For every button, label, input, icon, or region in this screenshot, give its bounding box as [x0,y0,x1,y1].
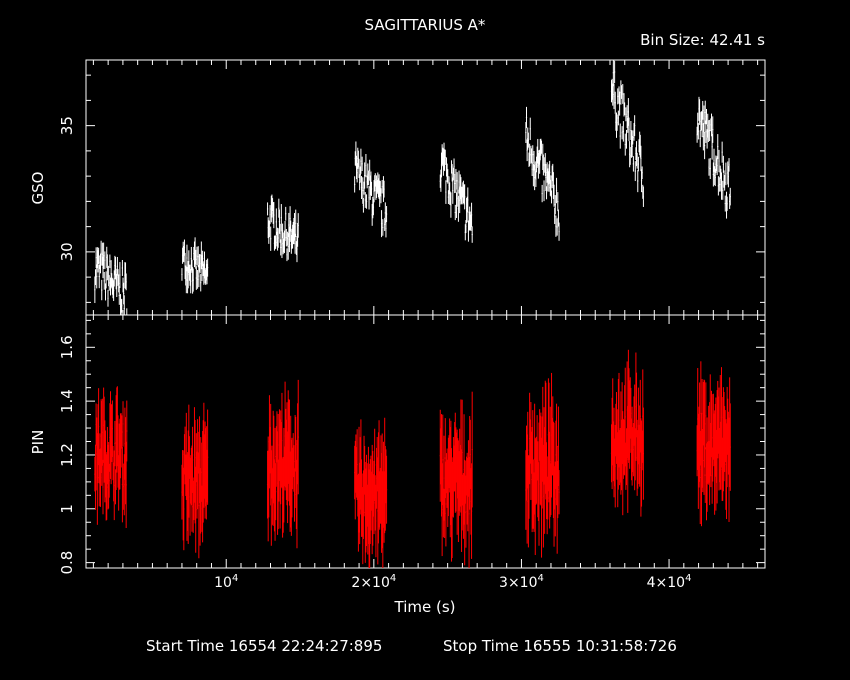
pin-ytick-label: 1.2 [58,443,76,467]
bin-size-label: Bin Size: 42.41 s [640,31,765,49]
pin-ytick-label: 0.8 [58,551,76,575]
start-time-label: Start Time 16554 22:24:27:895 [146,637,382,655]
time-tick-label: 3×104 [499,573,544,591]
gso-ytick-label: 35 [58,116,76,135]
pin-ytick-label: 1.4 [58,389,76,413]
time-tick-label: 4×104 [647,573,692,591]
gso-ytick-label: 30 [58,242,76,261]
time-tick-label: 2×104 [351,573,396,591]
stop-time-label: Stop Time 16555 10:31:58:726 [443,637,677,655]
lightcurve-plot: SAGITTARIUS A* Bin Size: 42.41 s 30 35 GS… [0,0,850,680]
gso-axis-label: GSO [29,172,47,205]
time-axis-label: Time (s) [394,598,456,616]
pin-ytick-label: 1 [58,504,76,514]
pin-axis-label: PIN [29,430,47,455]
plot-background [0,0,850,680]
pin-ytick-label: 1.6 [58,335,76,359]
chart-title: SAGITTARIUS A* [365,16,486,34]
